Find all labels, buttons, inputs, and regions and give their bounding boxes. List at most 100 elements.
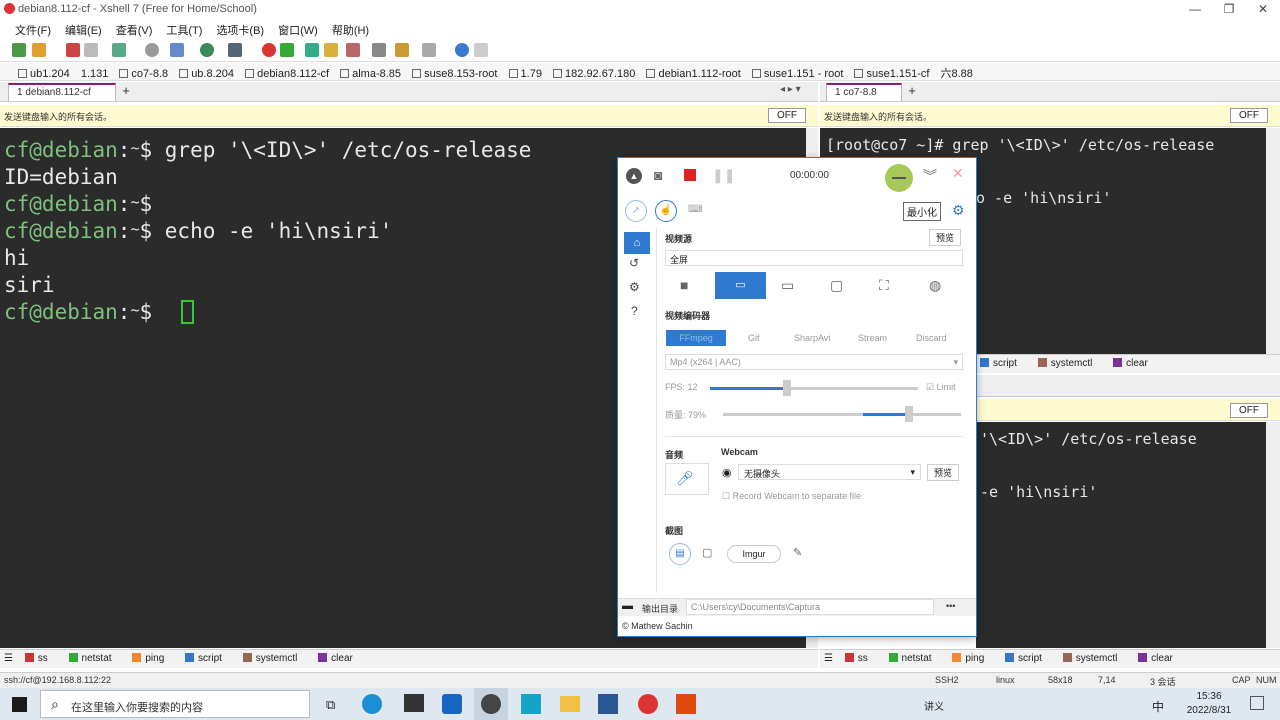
quick-cmd-script[interactable]: script <box>1005 653 1051 664</box>
word-icon[interactable] <box>598 694 618 714</box>
find-icon[interactable] <box>145 43 159 57</box>
encoder-tab-discard[interactable]: Discard <box>916 333 947 343</box>
lock-icon[interactable] <box>324 43 338 57</box>
minimize-icon[interactable] <box>885 164 913 192</box>
session-item[interactable]: debian1.112-root <box>642 66 744 80</box>
gamepad-icon[interactable]: ◍ <box>929 277 941 294</box>
history-icon[interactable]: ↺ <box>629 256 639 270</box>
add-tab-icon[interactable]: + <box>905 84 919 98</box>
preview-button[interactable]: 预览 <box>929 229 962 246</box>
start-windows-icon[interactable] <box>12 697 27 712</box>
chat-icon[interactable] <box>474 43 488 57</box>
menu-help[interactable]: 帮助(H) <box>325 20 376 40</box>
transfer-icon[interactable] <box>395 43 409 57</box>
capture-target-icon[interactable]: ▲ <box>626 168 642 184</box>
store-icon[interactable] <box>404 694 424 712</box>
tile-icon[interactable] <box>422 43 436 57</box>
session-item[interactable]: 1.131 <box>77 66 113 80</box>
search-box[interactable]: ⌕ 在这里输入你要搜索的内容 <box>40 690 310 718</box>
source-field[interactable]: 全屏 <box>665 250 963 266</box>
menu-file[interactable]: 文件(F) <box>8 20 58 40</box>
xftp-taskbar-icon[interactable] <box>676 694 696 714</box>
session-item[interactable]: 1.79 <box>505 66 546 80</box>
pause-icon[interactable]: ❚❚ <box>712 167 735 184</box>
xshell-taskbar-icon[interactable] <box>638 694 658 714</box>
session-item[interactable]: debian8.112-cf <box>241 66 333 80</box>
xshell-red-icon[interactable] <box>262 43 276 57</box>
menu-window[interactable]: 窗口(W) <box>271 20 325 40</box>
edit-pencil-icon[interactable]: ✎ <box>793 546 802 559</box>
camera-icon[interactable]: ◙ <box>654 167 662 183</box>
properties-icon[interactable] <box>112 43 126 57</box>
tab-nav-icon[interactable]: ◂ ▸ ▾ <box>780 84 801 95</box>
close-window-icon[interactable]: ✕ <box>1246 0 1280 18</box>
quick-cmd-clear[interactable]: clear <box>318 653 362 664</box>
encoder-tab-sharpavi[interactable]: SharpAvi <box>794 333 830 343</box>
session-item[interactable]: alma-8.85 <box>336 66 405 80</box>
broadcast-off-button[interactable]: OFF <box>1230 403 1268 418</box>
maximize-window-icon[interactable]: ❐ <box>1212 0 1246 18</box>
broadcast-off-button[interactable]: OFF <box>768 108 806 123</box>
fps-slider-thumb[interactable] <box>783 380 791 396</box>
session-item[interactable]: ub.8.204 <box>175 66 238 80</box>
webcam-source-icon[interactable]: ■ <box>680 277 688 293</box>
microphone-icon[interactable]: 🎤︎ <box>665 463 709 495</box>
webcam-preview-button[interactable]: 预览 <box>927 464 960 481</box>
quick-cmd-systemctl[interactable]: systemctl <box>1062 653 1127 664</box>
more-button[interactable]: ••• <box>946 601 955 611</box>
right-bottom-scrollbar[interactable] <box>1266 422 1280 648</box>
add-tab-icon[interactable]: + <box>119 84 133 98</box>
open-folder-icon[interactable] <box>32 43 46 57</box>
edge-icon[interactable] <box>362 694 382 714</box>
keyboard-icon[interactable] <box>372 43 386 57</box>
quick-cmd-ss[interactable]: ss <box>24 653 57 664</box>
settings-gear-icon[interactable]: ⚙ <box>952 202 965 219</box>
clock-time[interactable]: 15:36 <box>1186 691 1232 702</box>
session-item[interactable]: suse1.151 - root <box>748 66 848 80</box>
tab-debian[interactable]: 1 debian8.112-cf <box>8 83 116 101</box>
record-icon[interactable] <box>684 169 696 181</box>
webcam-select[interactable]: 无摄像头 ▾ <box>738 464 921 480</box>
minimize-window-icon[interactable]: — <box>1178 0 1212 18</box>
help-icon[interactable]: ? <box>631 304 638 318</box>
codec-select[interactable]: Mp4 (x264 | AAC) ▾ <box>665 354 963 370</box>
encoder-tab-ffmpeg[interactable]: FFmpeg <box>666 330 726 346</box>
menu-tools[interactable]: 工具(T) <box>159 20 209 40</box>
session-item[interactable]: suse1.151-cf <box>850 66 933 80</box>
home-icon[interactable]: ⌂ <box>624 232 650 254</box>
help-icon[interactable] <box>455 43 469 57</box>
quick-menu-icon[interactable]: ☰ <box>4 653 13 664</box>
quick-cmd-clear[interactable]: clear <box>1138 653 1182 664</box>
font-icon[interactable] <box>228 43 242 57</box>
session-item[interactable]: co7-8.8 <box>115 66 172 80</box>
cursor-icon[interactable]: ➚ <box>625 200 647 222</box>
broadcast-off-button[interactable]: OFF <box>1230 108 1268 123</box>
quick-cmd-netstat[interactable]: netstat <box>888 653 941 664</box>
quick-cmd-script[interactable]: script <box>185 653 231 664</box>
language-indicator[interactable]: 中 <box>1152 698 1164 715</box>
quick-cmd-netstat[interactable]: netstat <box>68 653 121 664</box>
clipboard-icon[interactable]: ▢ <box>702 546 712 559</box>
session-item[interactable]: ub1.204 <box>14 66 74 80</box>
record-webcam-checkbox[interactable]: ☐ Record Webcam to separate file <box>722 491 861 502</box>
folder-icon[interactable]: ▬ <box>622 600 633 612</box>
xftp-icon[interactable] <box>280 43 294 57</box>
fullscreen-icon[interactable] <box>305 43 319 57</box>
tab-co7[interactable]: 1 co7-8.8 <box>826 83 902 101</box>
keystrokes-icon[interactable]: ⌨ <box>688 204 702 215</box>
settings-icon[interactable]: ⚙ <box>629 280 640 294</box>
reconnect-icon[interactable] <box>84 43 98 57</box>
imgur-button[interactable]: Imgur <box>727 545 781 563</box>
clicks-icon[interactable]: ☝ <box>655 200 677 222</box>
globe-icon[interactable] <box>200 43 214 57</box>
script-icon[interactable] <box>346 43 360 57</box>
session-item[interactable]: 182.92.67.180 <box>549 66 639 80</box>
fps-slider[interactable] <box>710 387 918 390</box>
quick-cmd-clear[interactable]: clear <box>1113 358 1157 369</box>
new-session-icon[interactable] <box>12 43 26 57</box>
expand-icon[interactable]: ︾ <box>923 166 937 186</box>
layout-icon[interactable] <box>170 43 184 57</box>
mail-icon[interactable] <box>442 694 462 714</box>
right-bottom-terminal[interactable]: '\<ID\>' /etc/os-release -e 'hi\nsiri' <box>976 422 1266 648</box>
encoder-tab-gif[interactable]: Gif <box>748 333 760 343</box>
